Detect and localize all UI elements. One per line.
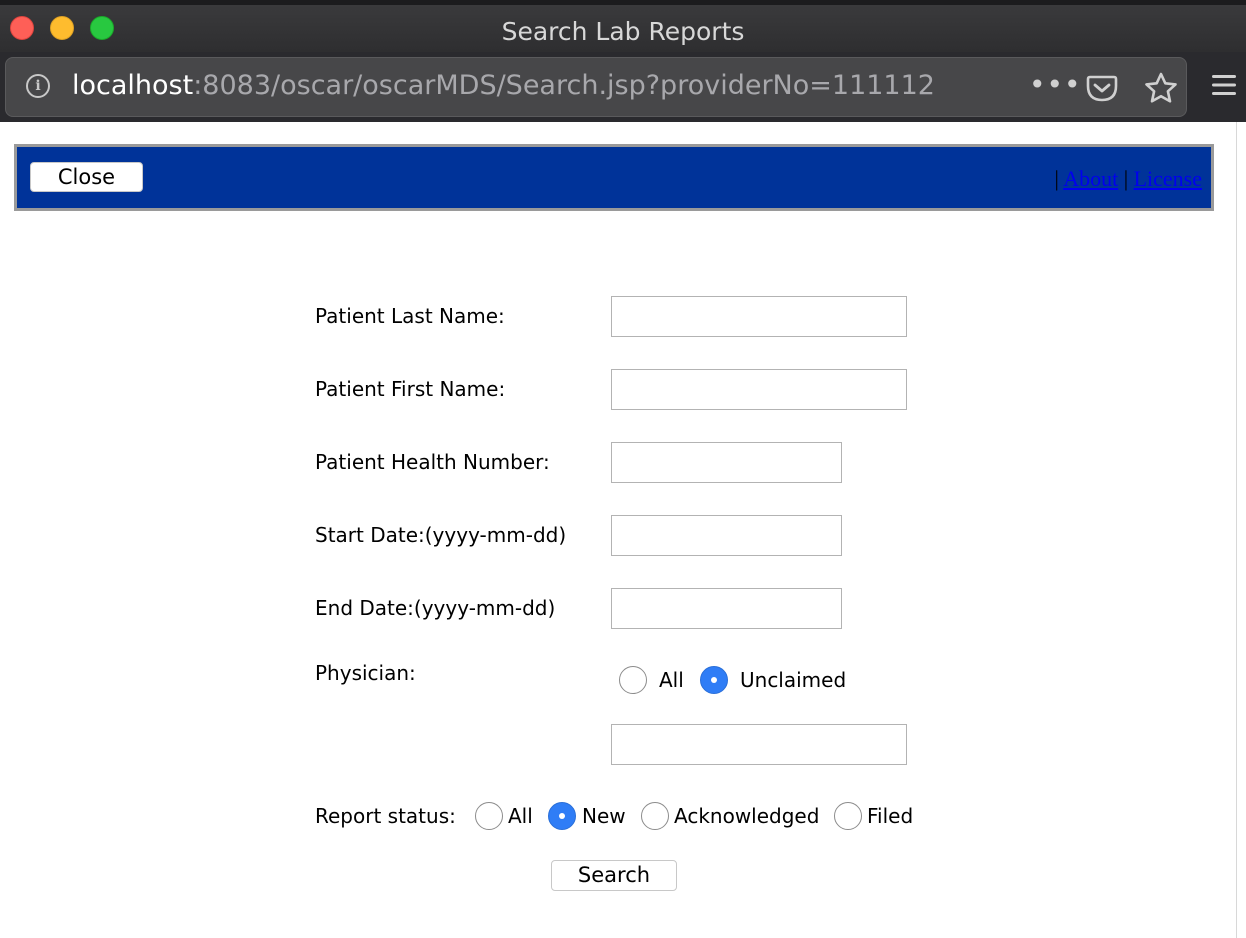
status-all-radio[interactable] bbox=[475, 802, 503, 830]
status-filed-radio[interactable] bbox=[834, 802, 862, 830]
status-all-label: All bbox=[508, 804, 533, 828]
close-button[interactable]: Close bbox=[30, 162, 143, 192]
start-date-input[interactable] bbox=[611, 515, 842, 556]
status-acknowledged-radio[interactable] bbox=[641, 802, 669, 830]
pocket-icon[interactable] bbox=[1086, 74, 1118, 102]
health-number-label: Patient Health Number: bbox=[315, 450, 550, 474]
physician-unclaimed-label: Unclaimed bbox=[740, 668, 847, 692]
health-number-input[interactable] bbox=[611, 442, 842, 483]
first-name-label: Patient First Name: bbox=[315, 377, 506, 401]
last-name-label: Patient Last Name: bbox=[315, 304, 505, 328]
header-links: | About | License bbox=[1054, 166, 1202, 192]
physician-unclaimed-radio[interactable] bbox=[700, 666, 728, 694]
vertical-scrollbar[interactable] bbox=[1236, 122, 1246, 938]
window-titlebar: Search Lab Reports bbox=[0, 0, 1246, 52]
search-button[interactable]: Search bbox=[551, 860, 677, 891]
physician-all-label: All bbox=[659, 668, 684, 692]
license-link[interactable]: License bbox=[1134, 166, 1202, 191]
last-name-input[interactable] bbox=[611, 296, 907, 337]
bookmark-star-icon[interactable] bbox=[1144, 72, 1178, 104]
browser-toolbar: i localhost:8083/oscar/oscarMDS/Search.j… bbox=[0, 52, 1246, 122]
physician-input[interactable] bbox=[611, 724, 907, 765]
status-acknowledged-label: Acknowledged bbox=[674, 804, 820, 828]
report-status-label: Report status: bbox=[315, 804, 456, 828]
link-separator: | bbox=[1123, 166, 1129, 191]
physician-label: Physician: bbox=[315, 661, 416, 685]
physician-all-radio[interactable] bbox=[619, 666, 647, 694]
page-content: Close | About | License Patient Last Nam… bbox=[0, 122, 1246, 938]
about-link[interactable]: About bbox=[1063, 166, 1118, 191]
end-date-input[interactable] bbox=[611, 588, 842, 629]
page-actions-more-icon[interactable]: ••• bbox=[1029, 68, 1082, 101]
start-date-label: Start Date:(yyyy-mm-dd) bbox=[315, 523, 567, 547]
status-new-radio[interactable] bbox=[548, 802, 576, 830]
first-name-input[interactable] bbox=[611, 369, 907, 410]
site-info-icon[interactable]: i bbox=[26, 74, 50, 98]
url-text[interactable]: localhost:8083/oscar/oscarMDS/Search.jsp… bbox=[72, 70, 935, 101]
link-separator: | bbox=[1054, 166, 1059, 191]
url-path: :8083/oscar/oscarMDS/Search.jsp?provider… bbox=[193, 70, 935, 101]
window-title: Search Lab Reports bbox=[501, 17, 745, 46]
address-bar[interactable]: i localhost:8083/oscar/oscarMDS/Search.j… bbox=[5, 57, 1187, 117]
url-host: localhost bbox=[72, 70, 194, 101]
menu-hamburger-icon[interactable] bbox=[1210, 72, 1238, 98]
status-new-label: New bbox=[582, 804, 626, 828]
status-filed-label: Filed bbox=[867, 804, 914, 828]
header-bar: Close | About | License bbox=[14, 144, 1214, 211]
end-date-label: End Date:(yyyy-mm-dd) bbox=[315, 596, 556, 620]
